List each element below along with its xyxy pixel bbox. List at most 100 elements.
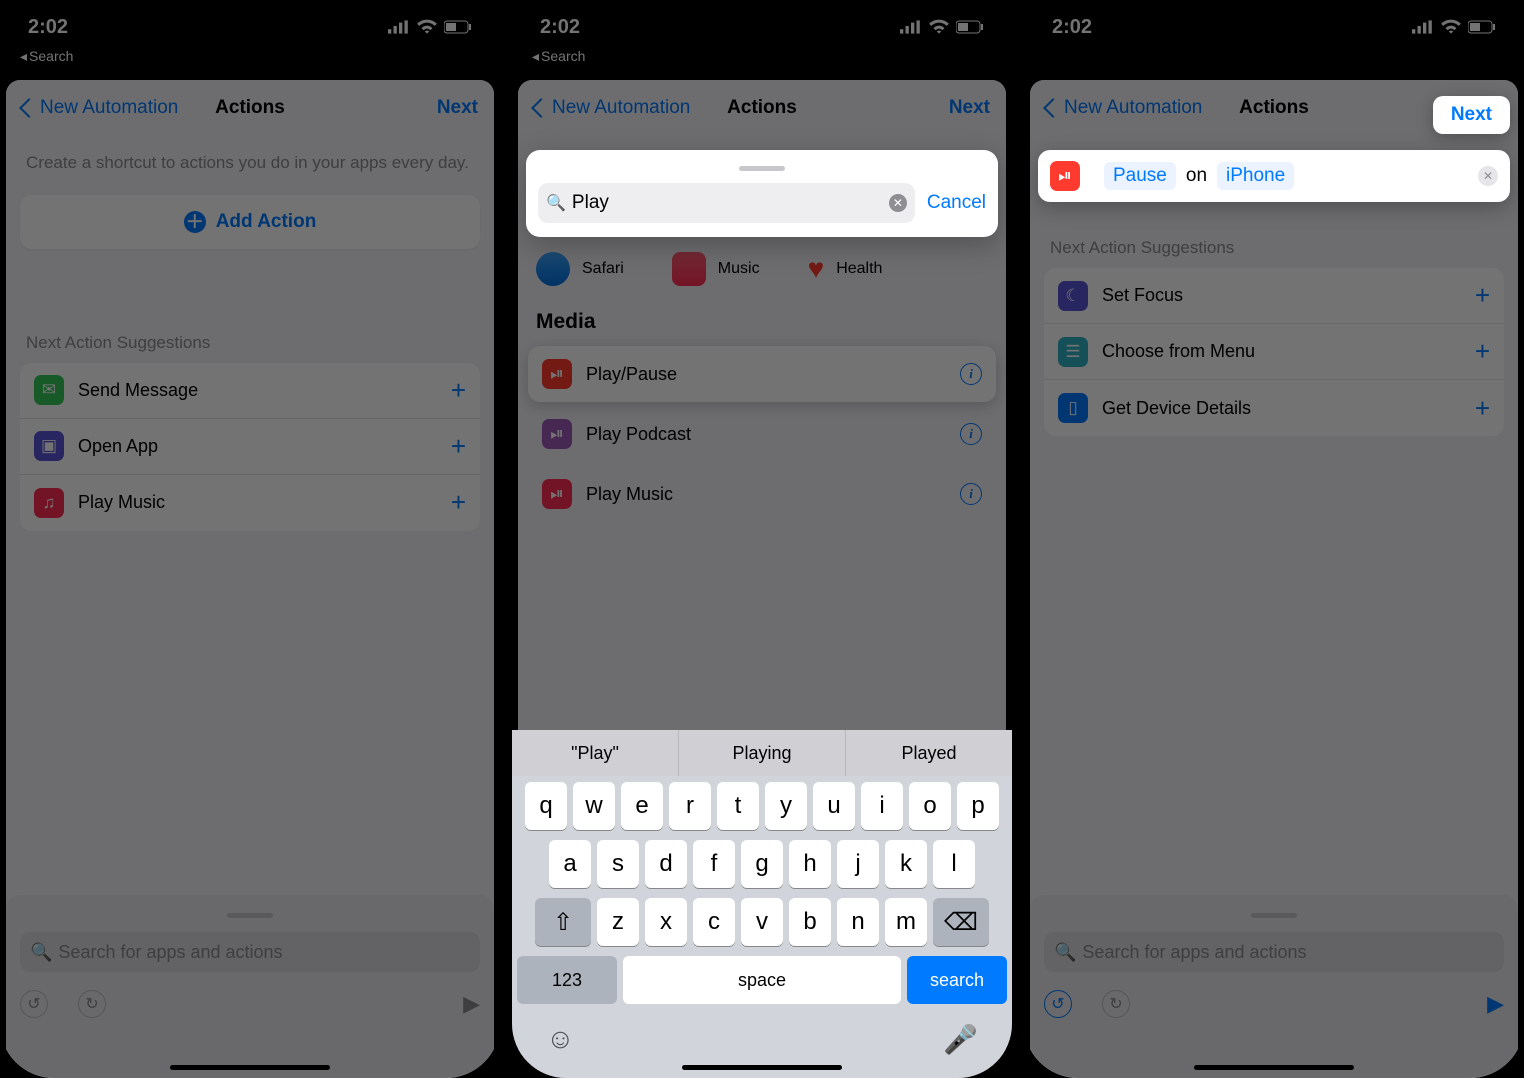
add-icon[interactable]: +: [451, 487, 466, 518]
remove-action-icon[interactable]: ✕: [1478, 166, 1498, 186]
action-card[interactable]: ⏯ Pause on iPhone ✕: [1038, 150, 1510, 202]
redo-icon[interactable]: ↻: [1102, 990, 1130, 1018]
keyboard[interactable]: "Play" Playing Played qwertyuiop asdfghjk…: [512, 730, 1012, 1078]
key-w[interactable]: w: [573, 782, 615, 830]
suggestions-list: ☾ Set Focus + ☰ Choose from Menu + ▯ Get…: [1044, 268, 1504, 436]
key-o[interactable]: o: [909, 782, 951, 830]
key-u[interactable]: u: [813, 782, 855, 830]
search-field[interactable]: 🔍 Search for apps and actions: [20, 932, 480, 972]
suggestion-row[interactable]: ☰ Choose from Menu +: [1044, 324, 1504, 380]
add-icon[interactable]: +: [1475, 393, 1490, 424]
info-icon[interactable]: i: [960, 363, 982, 385]
key-t[interactable]: t: [717, 782, 759, 830]
key-x[interactable]: x: [645, 898, 687, 946]
nav-title: Actions: [1239, 97, 1309, 119]
undo-icon[interactable]: ↺: [20, 990, 48, 1018]
key-e[interactable]: e: [621, 782, 663, 830]
suggestion-row[interactable]: ▣ Open App +: [20, 419, 480, 475]
prediction-bar: "Play" Playing Played: [512, 730, 1012, 776]
key-n[interactable]: n: [837, 898, 879, 946]
run-icon[interactable]: ▶: [463, 991, 480, 1017]
key-k[interactable]: k: [885, 840, 927, 888]
search-field[interactable]: 🔍 Search for apps and actions: [1044, 932, 1504, 972]
key-s[interactable]: s: [597, 840, 639, 888]
app-health[interactable]: ♥Health: [808, 253, 883, 285]
nav-back-button[interactable]: New Automation: [22, 97, 178, 119]
key-h[interactable]: h: [789, 840, 831, 888]
add-icon[interactable]: +: [1475, 280, 1490, 311]
row-label: Play Music: [586, 484, 960, 505]
nav-back-button[interactable]: New Automation: [534, 97, 690, 119]
info-icon[interactable]: i: [960, 483, 982, 505]
key-a[interactable]: a: [549, 840, 591, 888]
predict-3[interactable]: Played: [846, 730, 1012, 776]
key-z[interactable]: z: [597, 898, 639, 946]
key-y[interactable]: y: [765, 782, 807, 830]
row-label: Set Focus: [1102, 285, 1475, 306]
key-g[interactable]: g: [741, 840, 783, 888]
suggestion-row[interactable]: ▯ Get Device Details +: [1044, 380, 1504, 436]
add-action-button[interactable]: ＋ Add Action: [20, 195, 480, 249]
key-p[interactable]: p: [957, 782, 999, 830]
back-to-search[interactable]: Search: [512, 48, 1012, 65]
key-i[interactable]: i: [861, 782, 903, 830]
nav-back-button[interactable]: New Automation: [1046, 97, 1202, 119]
add-icon[interactable]: +: [451, 431, 466, 462]
suggestion-row[interactable]: ☾ Set Focus +: [1044, 268, 1504, 324]
search-input[interactable]: [572, 192, 883, 214]
sheet-grabber[interactable]: [739, 166, 785, 171]
key-m[interactable]: m: [885, 898, 927, 946]
key-space[interactable]: space: [623, 956, 901, 1004]
key-123[interactable]: 123: [517, 956, 617, 1004]
emoji-icon[interactable]: ☺: [546, 1023, 575, 1056]
undo-icon[interactable]: ↺: [1044, 990, 1072, 1018]
app-safari[interactable]: Safari: [536, 252, 624, 286]
row-label: Play Music: [78, 492, 451, 513]
nav-next-button[interactable]: Next: [437, 97, 478, 119]
key-c[interactable]: c: [693, 898, 735, 946]
suggestion-row[interactable]: ♫ Play Music +: [20, 475, 480, 531]
next-button-highlight[interactable]: Next: [1433, 96, 1510, 134]
row-icon: ⏯: [542, 419, 572, 449]
action-verb[interactable]: Pause: [1104, 162, 1176, 190]
status-time: 2:02: [1052, 16, 1092, 39]
key-search[interactable]: search: [907, 956, 1007, 1004]
cancel-button[interactable]: Cancel: [927, 192, 986, 214]
back-to-search[interactable]: Search: [0, 48, 500, 65]
key-d[interactable]: d: [645, 840, 687, 888]
mic-icon[interactable]: 🎤: [943, 1023, 978, 1056]
key-q[interactable]: q: [525, 782, 567, 830]
key-v[interactable]: v: [741, 898, 783, 946]
row-label: Send Message: [78, 380, 451, 401]
result-row[interactable]: ⏯ Play Music i: [528, 466, 996, 522]
sheet-grabber[interactable]: [1251, 913, 1297, 918]
key-r[interactable]: r: [669, 782, 711, 830]
search-input-wrap[interactable]: 🔍 ✕: [538, 183, 915, 223]
redo-icon[interactable]: ↻: [78, 990, 106, 1018]
result-row[interactable]: ⏯ Play Podcast i: [528, 406, 996, 462]
run-icon[interactable]: ▶: [1487, 991, 1504, 1017]
app-suggestions: Safari Music ♥Health: [518, 226, 1006, 306]
result-row[interactable]: ⏯ Play/Pause i: [528, 346, 996, 402]
sheet-grabber[interactable]: [227, 913, 273, 918]
battery-icon: [1468, 19, 1496, 35]
add-icon[interactable]: +: [451, 375, 466, 406]
predict-1[interactable]: "Play": [512, 730, 679, 776]
key-f[interactable]: f: [693, 840, 735, 888]
add-icon[interactable]: +: [1475, 336, 1490, 367]
key-⌫[interactable]: ⌫: [933, 898, 989, 946]
predict-2[interactable]: Playing: [679, 730, 846, 776]
clear-search-icon[interactable]: ✕: [889, 194, 907, 212]
info-icon[interactable]: i: [960, 423, 982, 445]
suggestions-header: Next Action Suggestions: [6, 253, 494, 363]
key-⇧[interactable]: ⇧: [535, 898, 591, 946]
suggestion-row[interactable]: ✉︎ Send Message +: [20, 363, 480, 419]
action-target[interactable]: iPhone: [1217, 162, 1294, 190]
search-placeholder: Search for apps and actions: [58, 942, 282, 963]
app-music[interactable]: Music: [672, 252, 760, 286]
key-l[interactable]: l: [933, 840, 975, 888]
key-b[interactable]: b: [789, 898, 831, 946]
nav-next-button[interactable]: Next: [949, 97, 990, 119]
key-j[interactable]: j: [837, 840, 879, 888]
search-icon: 🔍: [30, 942, 52, 963]
